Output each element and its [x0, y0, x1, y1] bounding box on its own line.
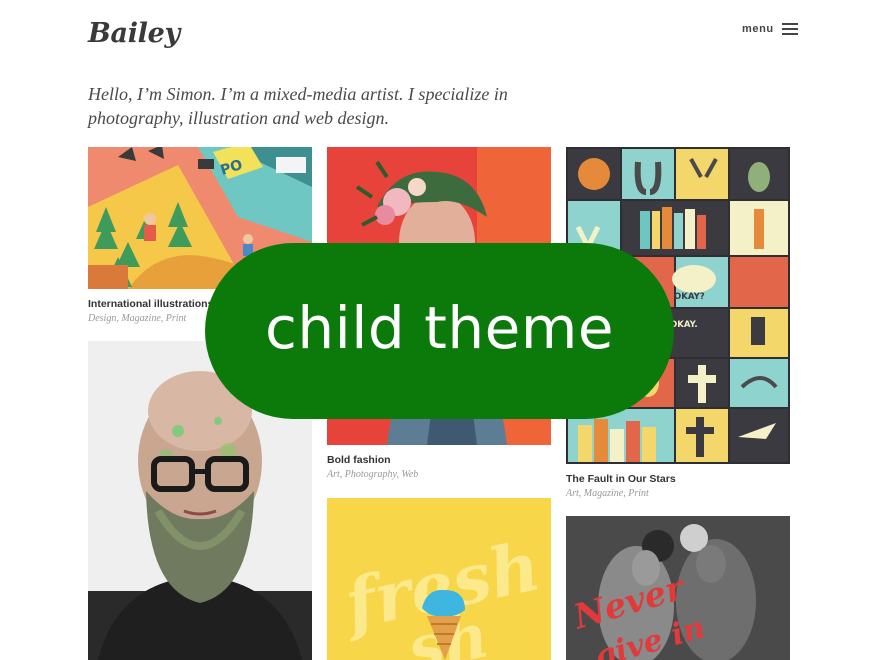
portfolio-item-title[interactable]: The Fault in Our Stars — [566, 473, 790, 485]
portfolio-item-categories: Art, Magazine, Print — [566, 488, 649, 499]
portfolio-item-title[interactable]: Bold fashion — [327, 454, 551, 466]
portfolio-thumbnail[interactable]: fresh sh — [327, 498, 551, 660]
okay-answer-text: OKAY. — [670, 320, 698, 330]
okay-question-text: OKAY? — [674, 292, 705, 302]
fresh-artwork: fresh sh — [327, 498, 551, 660]
badge-text: child theme — [265, 294, 614, 362]
portfolio-item-categories: Art, Photography, Web — [327, 469, 419, 480]
portfolio-item[interactable]: Never give in — [566, 516, 790, 660]
boxing-photo: Never give in — [566, 516, 790, 660]
portfolio-item[interactable]: fresh sh — [327, 498, 551, 660]
child-theme-badge: child theme — [205, 243, 674, 419]
portfolio-thumbnail[interactable]: Never give in — [566, 516, 790, 660]
